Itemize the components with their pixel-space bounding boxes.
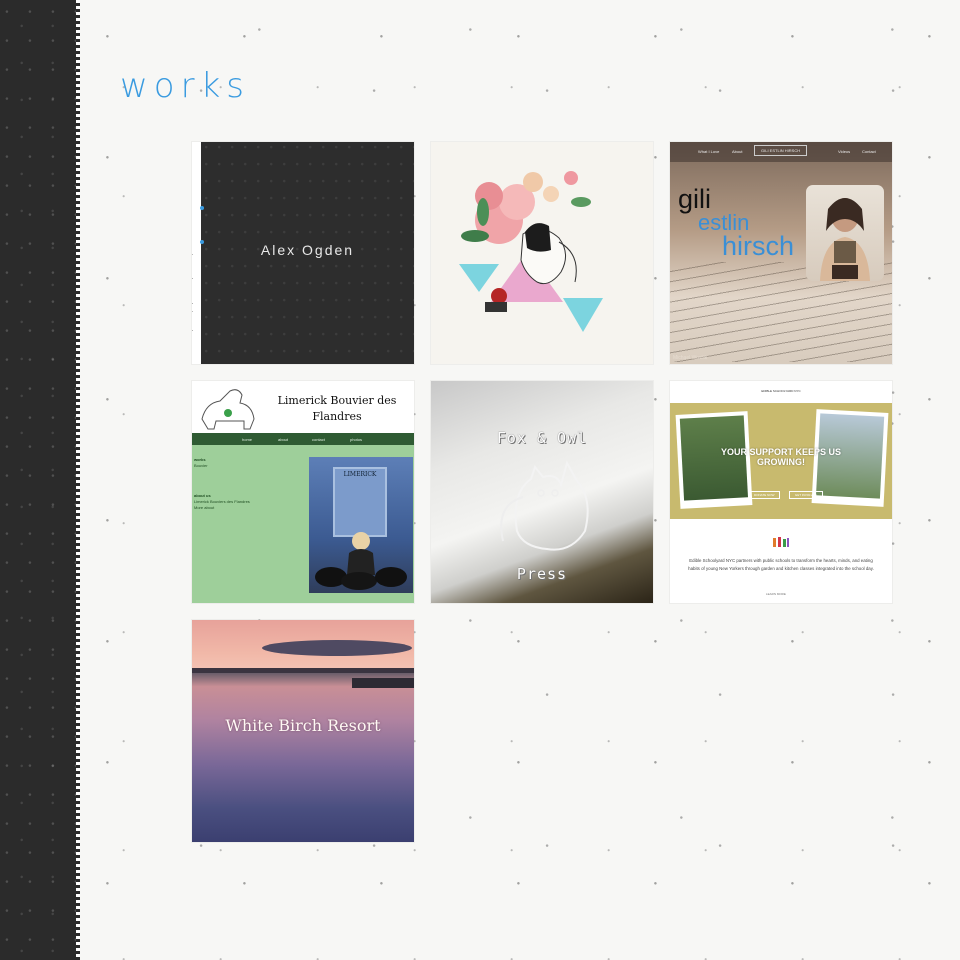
side-nav-item: home xyxy=(192,330,193,343)
get-involved-button: GET INVOLVED xyxy=(788,491,823,499)
intro-text: Edible Schoolyard NYC partners with publ… xyxy=(688,558,874,571)
menu-item: contact xyxy=(312,437,325,442)
site-header: Limerick Bouvier des Flandres xyxy=(192,381,414,433)
sidebar-content: works Bouvier about us Limerick Bouviers… xyxy=(194,457,306,511)
site-header: EDIBLE SCHOOLYARD NYC xyxy=(670,381,892,403)
press-name-line2: Press xyxy=(516,565,568,583)
nav-item: Videos xyxy=(838,149,851,154)
work-tile-edible-schoolyard[interactable]: EDIBLE SCHOOLYARD NYC YOUR SUPPORT KEEPS… xyxy=(670,381,892,603)
nav-dot xyxy=(200,206,204,210)
portrait-photo xyxy=(806,185,884,281)
work-tile-fox-owl-press[interactable]: Fox & Owl Press xyxy=(431,381,653,603)
nav-item: Contact xyxy=(862,149,876,154)
reeds xyxy=(352,678,414,688)
menu-item: photos xyxy=(350,437,363,442)
side-nav-item: connect xyxy=(192,238,193,256)
shoreline xyxy=(192,668,414,673)
nav-item: What I Love xyxy=(698,149,720,154)
tile-title: Alex Ogden xyxy=(260,242,355,258)
work-tile-alex-ogden[interactable]: home about works connect Alex Ogden xyxy=(192,142,414,364)
hero-title: YOUR SUPPORT KEEPS US GROWING! xyxy=(720,447,842,467)
left-sidebar xyxy=(0,0,80,960)
tile-title: White Birch Resort xyxy=(225,716,381,735)
learn-more-link: LEARN MORE xyxy=(766,592,786,596)
menu-item: home xyxy=(242,437,253,442)
cloud-shape xyxy=(262,640,412,656)
donate-button: DONATE NOW xyxy=(748,491,781,499)
brand-line: estlin xyxy=(698,210,750,235)
side-nav: home about works connect xyxy=(192,182,201,343)
brand-line: gili xyxy=(678,184,712,214)
work-tile-floral-illustration[interactable] xyxy=(431,142,653,364)
site-title: Limerick Bouvier des Flandres xyxy=(277,394,397,423)
hero-banner: YOUR SUPPORT KEEPS US GROWING! DONATE NO… xyxy=(670,403,892,519)
work-tile-limerick-bouvier[interactable]: Limerick Bouvier des Flandres home about… xyxy=(192,381,414,603)
site-menu: home about contact photos xyxy=(192,433,414,445)
brand-wordmark: gili estlin hirsch xyxy=(678,186,794,260)
side-link: More about xyxy=(194,505,215,510)
hero-buttons: DONATE NOW GET INVOLVED xyxy=(748,483,827,501)
page-title: works xyxy=(120,66,250,106)
side-nav-item: about xyxy=(192,300,193,313)
dogs-photo: LIMERICK xyxy=(309,457,413,593)
side-nav-item: works xyxy=(192,270,193,283)
site-logo: EDIBLE SCHOOLYARD NYC xyxy=(761,389,801,393)
work-tile-white-birch-resort[interactable]: White Birch Resort xyxy=(192,620,414,842)
work-tile-gili-estlin-hirsch[interactable]: What I Love About GILI ESTLIN HIRSCH Vid… xyxy=(670,142,892,364)
nav-item: About xyxy=(732,149,743,154)
menu-item: about xyxy=(278,437,289,442)
nav-item-active: GILI ESTLIN HIRSCH xyxy=(754,145,808,156)
dog-sketch-logo xyxy=(201,389,255,430)
photo-credit: Michael Wasilik xyxy=(673,355,708,361)
site-nav: What I Love About GILI ESTLIN HIRSCH Vid… xyxy=(670,142,892,162)
vegetable-icons xyxy=(773,537,789,547)
brand-line: hirsch xyxy=(722,231,795,261)
floral-illustration-image xyxy=(459,171,603,332)
